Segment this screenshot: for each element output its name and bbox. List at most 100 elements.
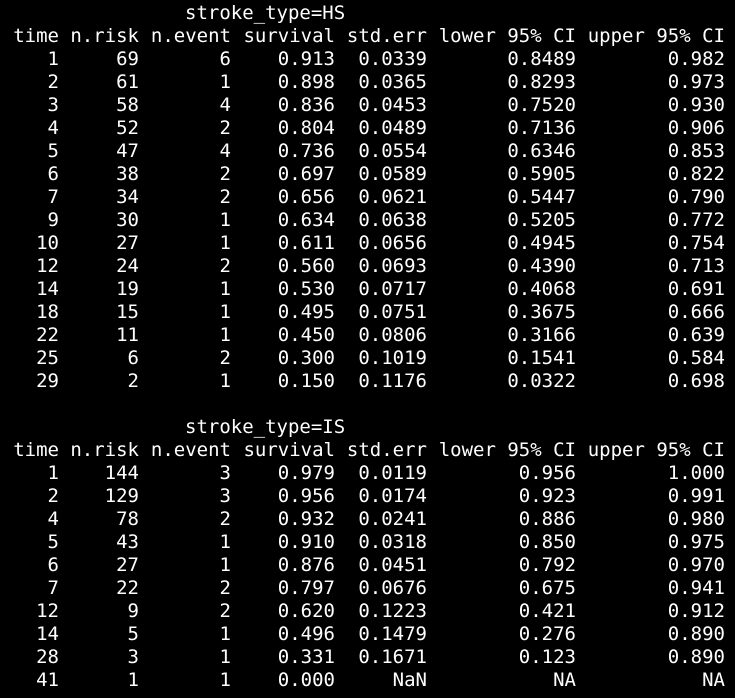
n-event-cell: 1 (219, 324, 231, 346)
header-n-event: n.event (150, 439, 231, 461)
table-row: 4 52 2 0.804 0.0489 0.7136 0.906 (0, 117, 735, 140)
n-event-cell: 1 (219, 623, 231, 645)
n-event-cell: 1 (219, 209, 231, 231)
table-row: 22 11 1 0.450 0.0806 0.3166 0.639 (0, 324, 735, 347)
time-cell: 14 (36, 278, 59, 300)
table-row: 12 9 2 0.620 0.1223 0.421 0.912 (0, 600, 735, 623)
survival-cell: 0.656 (277, 186, 335, 208)
upper-ci-cell: 0.991 (667, 485, 725, 507)
std-err-cell: 0.0717 (358, 278, 427, 300)
upper-ci-cell: 0.912 (667, 600, 725, 622)
survival-cell: 0.697 (277, 163, 335, 185)
n-risk-cell: 30 (116, 209, 139, 231)
header-lower-ci: lower 95% CI (438, 439, 576, 461)
strata-line: stroke_type=HS (0, 2, 735, 25)
time-cell: 28 (36, 646, 59, 668)
n-risk-cell: 38 (116, 163, 139, 185)
lower-ci-cell: 0.421 (518, 600, 576, 622)
std-err-cell: 0.0621 (358, 186, 427, 208)
lower-ci-cell: 0.3675 (507, 301, 576, 323)
upper-ci-cell: 0.584 (667, 347, 725, 369)
std-err-cell: 0.0638 (358, 209, 427, 231)
lower-ci-cell: 0.6346 (507, 140, 576, 162)
n-event-cell: 4 (219, 94, 231, 116)
survival-cell: 0.560 (277, 255, 335, 277)
time-cell: 18 (36, 301, 59, 323)
strata-line: stroke_type=IS (0, 416, 735, 439)
header-time: time (13, 439, 59, 461)
n-risk-cell: 69 (116, 48, 139, 70)
time-cell: 3 (47, 94, 59, 116)
n-risk-cell: 11 (116, 324, 139, 346)
lower-ci-cell: 0.8489 (507, 48, 576, 70)
n-event-cell: 1 (219, 301, 231, 323)
survival-cell: 0.634 (277, 209, 335, 231)
std-err-cell: 0.0806 (358, 324, 427, 346)
n-risk-cell: 34 (116, 186, 139, 208)
table-row: 2 129 3 0.956 0.0174 0.923 0.991 (0, 485, 735, 508)
table-row: 14 19 1 0.530 0.0717 0.4068 0.691 (0, 278, 735, 301)
std-err-cell: 0.0339 (358, 48, 427, 70)
std-err-cell: 0.0241 (358, 508, 427, 530)
survival-cell: 0.331 (277, 646, 335, 668)
header-std-err: std.err (346, 25, 427, 47)
time-cell: 5 (47, 140, 59, 162)
std-err-cell: 0.1019 (358, 347, 427, 369)
lower-ci-cell: 0.956 (518, 462, 576, 484)
upper-ci-cell: 0.691 (667, 278, 725, 300)
n-risk-cell: 3 (127, 646, 139, 668)
survival-cell: 0.495 (277, 301, 335, 323)
n-risk-cell: 24 (116, 255, 139, 277)
n-event-cell: 1 (219, 554, 231, 576)
std-err-cell: 0.0365 (358, 71, 427, 93)
upper-ci-cell: 0.822 (667, 163, 725, 185)
table-row: 1 69 6 0.913 0.0339 0.8489 0.982 (0, 48, 735, 71)
std-err-cell: 0.0751 (358, 301, 427, 323)
header-survival: survival (243, 439, 335, 461)
survival-cell: 0.611 (277, 232, 335, 254)
upper-ci-cell: 0.975 (667, 531, 725, 553)
lower-ci-cell: 0.123 (518, 646, 576, 668)
n-risk-cell: 43 (116, 531, 139, 553)
n-event-cell: 2 (219, 255, 231, 277)
n-event-cell: 3 (219, 485, 231, 507)
upper-ci-cell: 0.930 (667, 94, 725, 116)
table-row: 10 27 1 0.611 0.0656 0.4945 0.754 (0, 232, 735, 255)
lower-ci-cell: 0.7136 (507, 117, 576, 139)
table-row: 5 43 1 0.910 0.0318 0.850 0.975 (0, 531, 735, 554)
console-output: stroke_type=HS time n.risk n.event survival s… (0, 0, 735, 698)
table-row: 7 34 2 0.656 0.0621 0.5447 0.790 (0, 186, 735, 209)
n-event-cell: 1 (219, 669, 231, 691)
table-row: 41 1 1 0.000 NaN NA NA (0, 669, 735, 692)
std-err-cell: 0.1479 (358, 623, 427, 645)
n-event-cell: 1 (219, 71, 231, 93)
upper-ci-cell: 0.970 (667, 554, 725, 576)
upper-ci-cell: NA (702, 669, 725, 691)
survival-cell: 0.876 (277, 554, 335, 576)
survival-cell: 0.150 (277, 370, 335, 392)
n-event-cell: 2 (219, 117, 231, 139)
n-event-cell: 1 (219, 531, 231, 553)
n-event-cell: 3 (219, 462, 231, 484)
header-lower-ci: lower 95% CI (438, 25, 576, 47)
n-risk-cell: 2 (127, 370, 139, 392)
table-row: 29 2 1 0.150 0.1176 0.0322 0.698 (0, 370, 735, 393)
survival-cell: 0.804 (277, 117, 335, 139)
upper-ci-cell: 0.906 (667, 117, 725, 139)
time-cell: 6 (47, 163, 59, 185)
time-cell: 7 (47, 577, 59, 599)
survival-cell: 0.910 (277, 531, 335, 553)
lower-ci-cell: 0.792 (518, 554, 576, 576)
n-event-cell: 1 (219, 232, 231, 254)
survival-cell: 0.932 (277, 508, 335, 530)
n-risk-cell: 15 (116, 301, 139, 323)
survival-cell: 0.000 (277, 669, 335, 691)
time-cell: 4 (47, 117, 59, 139)
upper-ci-cell: 0.698 (667, 370, 725, 392)
header-survival: survival (243, 25, 335, 47)
table-row: 6 27 1 0.876 0.0451 0.792 0.970 (0, 554, 735, 577)
table-row: 28 3 1 0.331 0.1671 0.123 0.890 (0, 646, 735, 669)
lower-ci-cell: 0.3166 (507, 324, 576, 346)
n-event-cell: 2 (219, 163, 231, 185)
time-cell: 14 (36, 623, 59, 645)
